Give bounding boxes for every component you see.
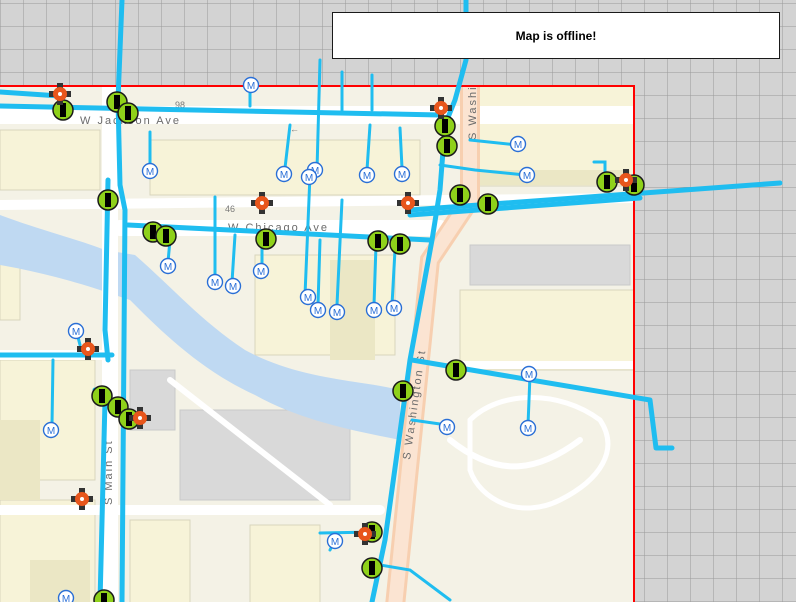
svg-text:M: M [304,293,312,304]
svg-text:M: M [72,327,80,338]
valve-icon[interactable] [392,380,414,402]
meter-icon[interactable]: M [206,273,224,291]
meter-icon[interactable]: M [365,301,383,319]
meter-icon[interactable]: M [520,365,538,383]
valve-icon[interactable] [367,230,389,252]
valve-icon[interactable] [255,228,277,250]
svg-text:M: M [525,370,533,381]
meter-icon[interactable]: M [159,257,177,275]
meter-icon[interactable]: M [518,166,536,184]
meter-icon[interactable]: M [393,165,411,183]
svg-text:M: M [257,267,265,278]
meter-icon[interactable]: M [252,262,270,280]
valve-icon[interactable] [155,225,177,247]
map-canvas[interactable]: W Jackson Ave W Chicago Ave S Washi S Wa… [0,0,796,607]
svg-text:M: M [523,171,531,182]
offline-banner: Map is offline! [332,12,780,59]
svg-text:M: M [229,282,237,293]
meter-icon[interactable]: M [309,301,327,319]
svg-text:M: M [370,306,378,317]
meter-icon[interactable]: M [57,589,75,607]
valve-icon[interactable] [117,102,139,124]
meter-icon[interactable]: M [519,419,537,437]
svg-text:M: M [47,426,55,437]
svg-text:M: M [331,537,339,548]
valve-icon[interactable] [389,233,411,255]
valve-icon[interactable] [445,359,467,381]
meter-icon[interactable]: M [67,322,85,340]
svg-text:M: M [164,262,172,273]
svg-text:M: M [390,304,398,315]
svg-text:M: M [443,423,451,434]
meter-icon[interactable]: M [275,165,293,183]
meter-icon[interactable]: M [300,168,318,186]
svg-text:M: M [314,306,322,317]
map-view[interactable]: W Jackson Ave W Chicago Ave S Washi S Wa… [0,0,796,607]
meter-icon[interactable]: M [438,418,456,436]
svg-text:M: M [363,171,371,182]
svg-text:M: M [280,170,288,181]
meter-icon[interactable]: M [326,532,344,550]
meter-icon[interactable]: M [141,162,159,180]
valve-icon[interactable] [97,189,119,211]
meter-icon[interactable]: M [328,303,346,321]
svg-text:M: M [211,278,219,289]
meter-icon[interactable]: M [299,288,317,306]
svg-text:M: M [62,594,70,602]
valve-icon[interactable] [449,184,471,206]
meter-icon[interactable]: M [242,76,260,94]
svg-text:M: M [247,81,255,92]
valve-icon[interactable] [477,193,499,215]
meter-icon[interactable]: M [358,166,376,184]
svg-text:M: M [146,167,154,178]
valve-icon[interactable] [436,135,458,157]
svg-text:M: M [398,170,406,181]
road-number-46: 46 [225,204,235,214]
washington-top-label: S Washi [467,85,479,140]
meter-icon[interactable]: M [42,421,60,439]
valve-icon[interactable] [596,171,618,193]
svg-text:M: M [524,424,532,435]
svg-text:M: M [305,173,313,184]
svg-text:M: M [514,140,522,151]
meter-icon[interactable]: M [509,135,527,153]
valve-icon[interactable] [361,557,383,579]
meter-icon[interactable]: M [385,299,403,317]
meter-icon[interactable]: M [224,277,242,295]
offline-message: Map is offline! [515,28,597,43]
svg-text:M: M [333,308,341,319]
